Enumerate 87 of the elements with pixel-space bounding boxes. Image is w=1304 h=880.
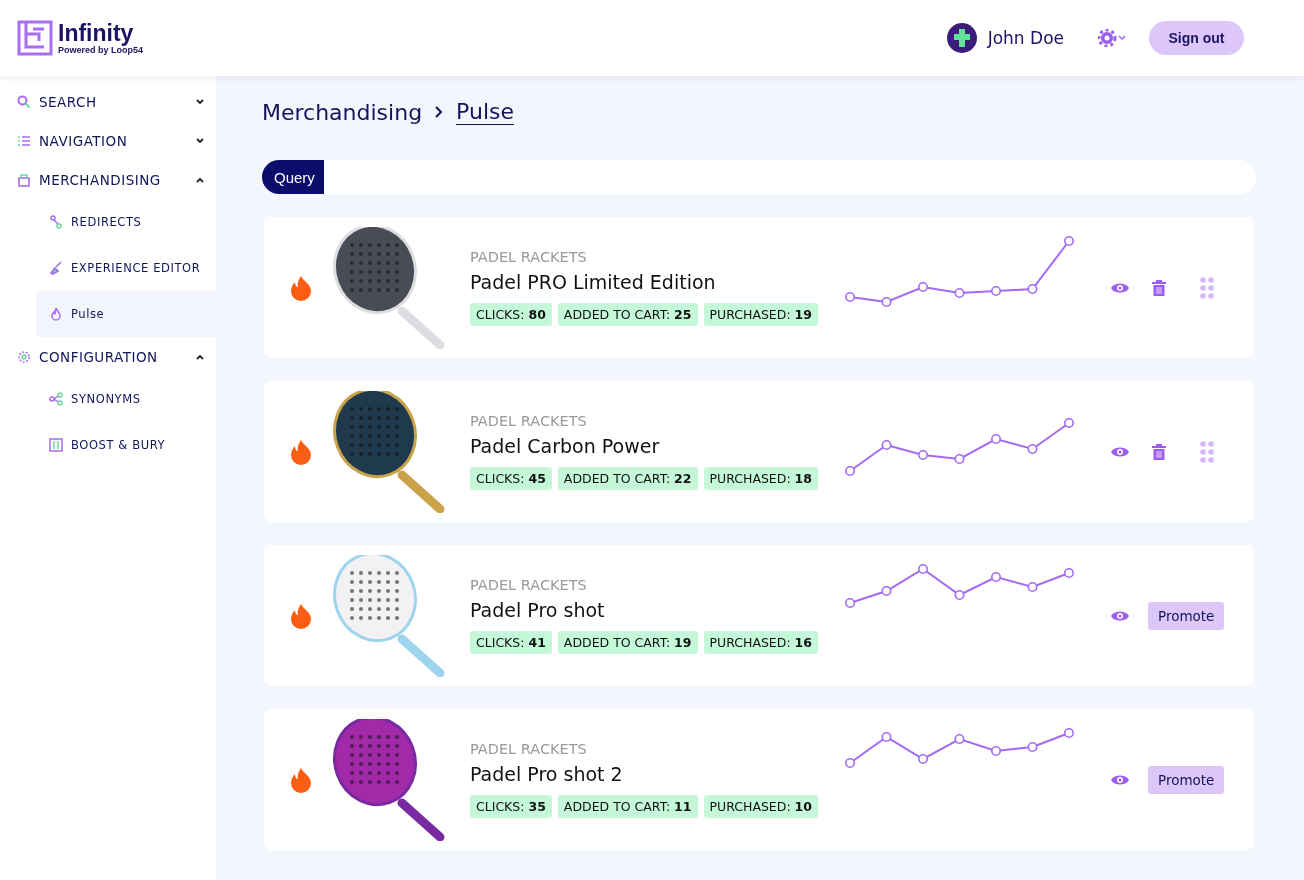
sidebar-item[interactable]: Pulse (36, 291, 216, 337)
sidebar-section[interactable]: CONFIGURATION (0, 337, 216, 376)
sparkline-point (954, 453, 965, 464)
item-icon (49, 261, 63, 275)
sparkline-point (954, 733, 965, 744)
item-icon (49, 392, 63, 406)
sparkline-point (918, 281, 928, 292)
promote-button[interactable]: Promote (1148, 765, 1225, 794)
logo-icon (17, 20, 53, 56)
sign-out-button[interactable]: Sign out (1149, 21, 1244, 55)
product-name: Padel PRO Limited Edition (470, 271, 717, 293)
sidebar-section[interactable]: NAVIGATION (0, 121, 216, 160)
sparkline-point (991, 433, 1001, 444)
flame-icon (290, 766, 312, 793)
stat-chip: CLICKS: 41 (470, 631, 552, 654)
section-icon (17, 172, 31, 187)
sparkline-point (918, 449, 928, 460)
product-category: PADEL RACKETS (470, 413, 588, 429)
settings-icon[interactable] (1098, 29, 1128, 47)
flame-icon (290, 274, 312, 301)
item-icon (49, 438, 63, 452)
sparkline-point (1027, 283, 1038, 294)
flame-icon (290, 438, 312, 465)
item-icon (49, 307, 63, 321)
sparkline-point (881, 439, 892, 450)
user-name: John Doe (987, 28, 1064, 48)
section-icon (17, 133, 31, 148)
drag-handle-icon[interactable] (1200, 440, 1214, 463)
sparkline-point (991, 745, 1001, 756)
sparkline-point (991, 571, 1001, 582)
sidebar-item[interactable]: BOOST & BURY (36, 422, 216, 468)
sparkline-point (954, 589, 965, 600)
section-icon (17, 94, 31, 109)
stat-chip: PURCHASED: 16 (703, 631, 818, 654)
sparkline-point (1027, 443, 1038, 454)
sparkline-point (881, 731, 892, 742)
sparkline-point (1064, 235, 1074, 246)
product-category: PADEL RACKETS (470, 249, 588, 265)
item-icon (49, 215, 63, 229)
section-icon (17, 349, 31, 364)
logo-name: Infinity (58, 21, 135, 45)
chevron-right-icon (434, 105, 445, 119)
sidebar-item[interactable]: SYNONYMS (36, 376, 216, 422)
sparkline-point (845, 465, 855, 476)
trash-icon[interactable] (1152, 443, 1166, 460)
tab[interactable]: Query (262, 160, 324, 194)
product-name: Padel Pro shot (470, 599, 606, 621)
sparkline-point (991, 285, 1001, 296)
sidebar-section[interactable]: SEARCH (0, 82, 216, 121)
promote-button[interactable]: Promote (1148, 601, 1225, 630)
stat-chip: CLICKS: 35 (470, 795, 552, 818)
stat-chip: PURCHASED: 19 (703, 303, 818, 326)
sparkline-point (881, 585, 892, 596)
logo-tagline: Powered by Loop54 (58, 45, 144, 55)
breadcrumb-link[interactable]: Pulse (456, 99, 515, 125)
stat-chip: CLICKS: 80 (470, 303, 552, 326)
sidebar-item[interactable]: REDIRECTS (36, 199, 216, 245)
stat-chip: PURCHASED: 10 (703, 795, 818, 818)
sparkline-point (845, 597, 855, 608)
sparkline-point (845, 291, 855, 302)
sidebar-item[interactable]: EXPERIENCE EDITOR (36, 245, 216, 291)
trash-icon[interactable] (1152, 279, 1166, 296)
stat-chip: ADDED TO CART: 11 (557, 795, 698, 818)
product-name: Padel Pro shot 2 (470, 763, 624, 785)
flame-icon (290, 602, 312, 629)
sparkline-point (1027, 581, 1038, 592)
sparkline-point (954, 287, 965, 298)
stat-chip: PURCHASED: 18 (703, 467, 818, 490)
breadcrumb-link[interactable]: Merchandising (262, 99, 423, 125)
sparkline-point (1064, 567, 1074, 578)
stat-chip: CLICKS: 45 (470, 467, 552, 490)
sparkline-point (918, 753, 928, 764)
product-category: PADEL RACKETS (470, 741, 588, 757)
drag-handle-icon[interactable] (1200, 276, 1214, 299)
stat-chip: ADDED TO CART: 19 (557, 631, 698, 654)
sparkline-point (1027, 741, 1038, 752)
sparkline-point (881, 296, 892, 307)
sidebar-section[interactable]: MERCHANDISING (0, 160, 216, 199)
sparkline-point (845, 757, 855, 768)
sparkline-point (918, 563, 928, 574)
sparkline-point (1064, 417, 1074, 428)
product-name: Padel Carbon Power (470, 435, 661, 457)
avatar-icon (946, 23, 977, 53)
stat-chip: ADDED TO CART: 22 (557, 467, 698, 490)
sparkline-point (1064, 727, 1074, 738)
product-category: PADEL RACKETS (470, 577, 588, 593)
stat-chip: ADDED TO CART: 25 (557, 303, 698, 326)
